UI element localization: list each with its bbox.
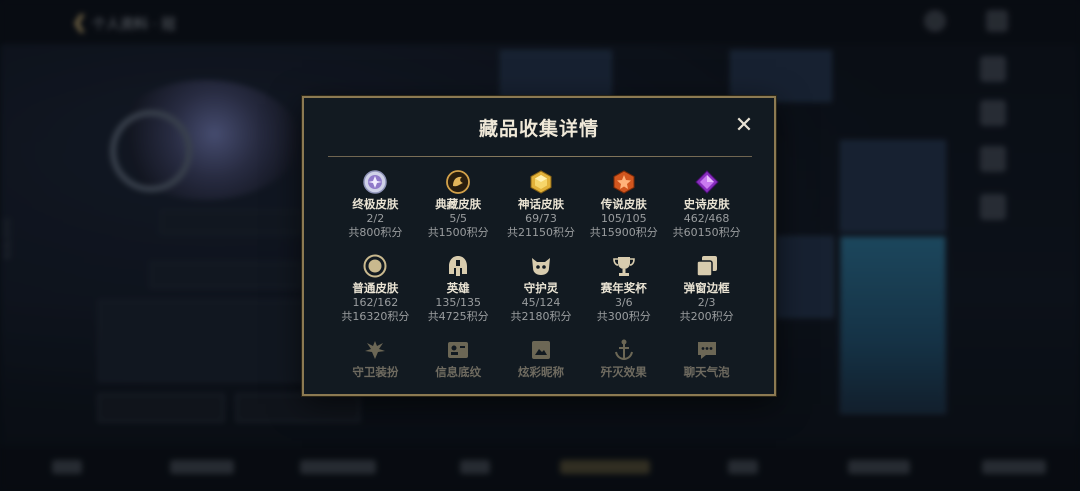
elimination-effect-icon bbox=[614, 339, 633, 361]
guardian-spirit-icon bbox=[531, 258, 550, 275]
item-count: 462/468 bbox=[683, 212, 730, 225]
item-name: 神话皮肤 bbox=[517, 197, 564, 211]
item-count: 69/73 bbox=[525, 212, 557, 225]
collection-details-dialog: 藏品收集详情 ✕ 终极皮肤 2/2 共800积分 典藏皮肤 5/5 共1500积… bbox=[302, 96, 776, 396]
chat-bubble-icon bbox=[697, 342, 716, 359]
item-count: 105/105 bbox=[600, 212, 647, 225]
item-name: 赛年奖杯 bbox=[600, 281, 647, 295]
item-name: 终极皮肤 bbox=[352, 197, 399, 211]
item-name: 普通皮肤 bbox=[352, 281, 399, 295]
item-count: 162/162 bbox=[352, 296, 399, 309]
champion-helmet-icon bbox=[449, 256, 468, 276]
prestige-skin-icon bbox=[446, 170, 471, 194]
item-name: 英雄 bbox=[446, 281, 470, 295]
collection-item-prestige[interactable]: 典藏皮肤 5/5 共1500积分 bbox=[417, 170, 500, 248]
trophy-icon bbox=[612, 257, 635, 276]
item-name: 弹窗边框 bbox=[683, 281, 730, 295]
collection-item-mythic[interactable]: 神话皮肤 69/73 共21150积分 bbox=[500, 170, 583, 248]
item-points: 共16320积分 bbox=[341, 310, 410, 323]
nameplate-icon bbox=[531, 341, 550, 359]
item-points: 共21150积分 bbox=[506, 226, 575, 239]
ward-skin-icon bbox=[365, 341, 386, 359]
item-points: 共60150积分 bbox=[672, 226, 741, 239]
item-points: 共4725积分 bbox=[427, 310, 489, 323]
collection-item-trophies[interactable]: 赛年奖杯 3/6 共300积分 bbox=[582, 254, 665, 332]
item-name: 炫彩昵称 bbox=[517, 365, 564, 379]
collection-grid: 终极皮肤 2/2 共800积分 典藏皮肤 5/5 共1500积分 神话皮肤 69… bbox=[334, 170, 748, 379]
title-divider bbox=[328, 156, 752, 157]
item-points: 共1500积分 bbox=[427, 226, 489, 239]
collection-item-banners[interactable]: 信息底纹 bbox=[417, 338, 500, 379]
screen: ❮ 个人资料 · 冠 21327878 藏品收集详情 ✕ 终极皮肤 2/2 共8… bbox=[0, 0, 1080, 491]
collection-item-legendary[interactable]: 传说皮肤 105/105 共15900积分 bbox=[582, 170, 665, 248]
item-name: 守护灵 bbox=[523, 281, 559, 295]
collection-item-ward-skins[interactable]: 守卫装扮 bbox=[334, 338, 417, 379]
item-count: 45/124 bbox=[521, 296, 561, 309]
legendary-skin-icon bbox=[613, 170, 635, 194]
collection-item-ultimate[interactable]: 终极皮肤 2/2 共800积分 bbox=[334, 170, 417, 248]
collection-item-frames[interactable]: 弹窗边框 2/3 共200积分 bbox=[665, 254, 748, 332]
collection-item-nameplates[interactable]: 炫彩昵称 bbox=[500, 338, 583, 379]
popup-frame-icon bbox=[695, 256, 717, 277]
item-points: 共800积分 bbox=[348, 226, 403, 239]
item-count: 2/3 bbox=[697, 296, 716, 309]
item-points: 共15900积分 bbox=[589, 226, 658, 239]
item-name: 歼灭效果 bbox=[600, 365, 647, 379]
item-points: 共300积分 bbox=[596, 310, 651, 323]
collection-item-epic[interactable]: 史诗皮肤 462/468 共60150积分 bbox=[665, 170, 748, 248]
item-name: 史诗皮肤 bbox=[683, 197, 730, 211]
ultimate-skin-icon bbox=[363, 170, 388, 194]
mythic-skin-icon bbox=[530, 170, 552, 194]
collection-item-champions[interactable]: 英雄 135/135 共4725积分 bbox=[417, 254, 500, 332]
item-count: 2/2 bbox=[366, 212, 385, 225]
item-points: 共200积分 bbox=[679, 310, 734, 323]
item-name: 守卫装扮 bbox=[352, 365, 399, 379]
item-count: 3/6 bbox=[614, 296, 633, 309]
item-points: 共2180积分 bbox=[510, 310, 572, 323]
item-name: 传说皮肤 bbox=[600, 197, 647, 211]
collection-item-elimination-effects[interactable]: 歼灭效果 bbox=[582, 338, 665, 379]
item-name: 聊天气泡 bbox=[683, 365, 730, 379]
standard-skin-icon bbox=[363, 254, 387, 278]
epic-skin-icon bbox=[694, 170, 719, 194]
item-count: 135/135 bbox=[435, 296, 482, 309]
close-button[interactable]: ✕ bbox=[734, 115, 754, 137]
item-count: 5/5 bbox=[449, 212, 468, 225]
profile-banner-icon bbox=[448, 342, 469, 358]
collection-item-chat-bubbles[interactable]: 聊天气泡 bbox=[665, 338, 748, 379]
dialog-title: 藏品收集详情 bbox=[478, 118, 599, 140]
collection-item-standard[interactable]: 普通皮肤 162/162 共16320积分 bbox=[334, 254, 417, 332]
collection-item-guardian[interactable]: 守护灵 45/124 共2180积分 bbox=[500, 254, 583, 332]
item-name: 典藏皮肤 bbox=[435, 197, 482, 211]
item-name: 信息底纹 bbox=[435, 365, 482, 379]
